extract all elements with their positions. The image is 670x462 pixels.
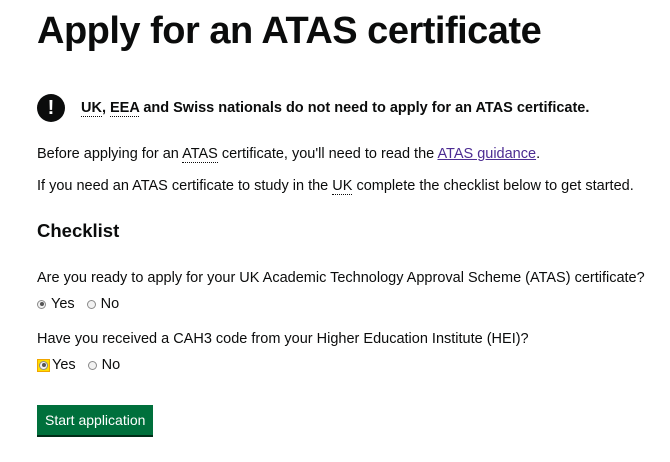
radio-button[interactable] — [87, 360, 97, 370]
question-cah3-code: Have you received a CAH3 code from your … — [37, 331, 529, 347]
abbr-eea: EEA — [110, 100, 140, 117]
abbr-uk: UK — [81, 100, 102, 117]
radio-label-yes: Yes — [52, 357, 76, 373]
radio-label-no: No — [101, 357, 121, 373]
question-ready-to-apply: Are you ready to apply for your UK Acade… — [37, 270, 645, 286]
atas-guidance-link[interactable]: ATAS guidance — [437, 146, 536, 162]
radio-label-no: No — [100, 296, 120, 312]
page-title: Apply for an ATAS certificate — [37, 10, 542, 52]
radio-group-ready-to-apply: Yes No — [37, 296, 131, 312]
radio-button[interactable] — [86, 299, 96, 309]
checklist-heading: Checklist — [37, 220, 120, 241]
focus-ring — [37, 358, 50, 372]
warning-text: UK, EEA and Swiss nationals do not need … — [81, 100, 590, 117]
abbr-uk-2: UK — [332, 178, 353, 195]
radio-option-yes[interactable]: Yes — [37, 357, 76, 373]
intro-paragraph-checklist: If you need an ATAS certificate to study… — [37, 178, 634, 195]
radio-group-cah3-code: Yes No — [37, 357, 132, 373]
abbr-atas: ATAS — [182, 146, 218, 163]
radio-button-selected[interactable] — [39, 360, 48, 370]
radio-option-yes[interactable]: Yes — [37, 296, 75, 312]
intro-paragraph-guidance: Before applying for an ATAS certificate,… — [37, 146, 541, 163]
start-application-button[interactable]: Start application — [37, 405, 154, 435]
radio-label-yes: Yes — [51, 296, 75, 312]
radio-option-no[interactable]: No — [86, 296, 120, 312]
radio-button-selected[interactable] — [37, 299, 46, 309]
warning-callout: ! UK, EEA and Swiss nationals do not nee… — [37, 94, 589, 122]
radio-option-no[interactable]: No — [87, 357, 121, 373]
exclamation-icon: ! — [37, 94, 65, 122]
